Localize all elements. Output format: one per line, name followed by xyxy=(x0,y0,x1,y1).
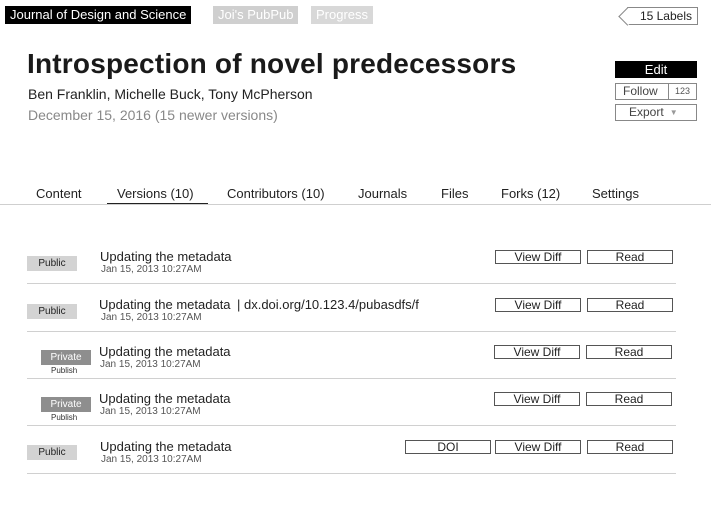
version-message: Updating the metadata xyxy=(99,297,231,312)
version-message: Updating the metadata xyxy=(100,249,232,264)
follow-button[interactable]: Follow 123 xyxy=(615,83,697,100)
row-divider xyxy=(27,283,676,284)
version-message: Updating the metadata xyxy=(99,344,231,359)
doi-button[interactable]: DOI xyxy=(405,440,491,454)
version-message: Updating the metadata xyxy=(99,391,231,406)
collection-tag[interactable]: Joi's PubPub xyxy=(213,6,299,24)
read-button[interactable]: Read xyxy=(587,440,673,454)
read-button[interactable]: Read xyxy=(586,345,672,359)
row-divider xyxy=(27,473,676,474)
version-timestamp: Jan 15, 2013 10:27AM xyxy=(100,359,201,370)
read-button[interactable]: Read xyxy=(587,250,673,264)
visibility-badge: Public xyxy=(27,256,77,271)
publish-link[interactable]: Publish xyxy=(51,366,77,375)
version-row: Public Updating the metadata | dx.doi.or… xyxy=(27,296,676,332)
row-divider xyxy=(27,378,676,379)
version-row: Public Updating the metadata Jan 15, 201… xyxy=(27,248,676,284)
version-timestamp: Jan 15, 2013 10:27AM xyxy=(101,454,202,465)
chevron-down-icon: ▼ xyxy=(669,108,678,117)
tab-files[interactable]: Files xyxy=(441,186,468,201)
follow-count: 123 xyxy=(668,83,696,100)
read-button[interactable]: Read xyxy=(586,392,672,406)
progress-tag[interactable]: Progress xyxy=(311,6,374,24)
view-diff-button[interactable]: View Diff xyxy=(495,250,581,264)
tabs-divider xyxy=(0,204,711,205)
version-timestamp: Jan 15, 2013 10:27AM xyxy=(101,264,202,275)
journal-tag[interactable]: Journal of Design and Science xyxy=(5,6,192,24)
read-button[interactable]: Read xyxy=(587,298,673,312)
labels-button[interactable]: 15 Labels xyxy=(627,7,698,25)
version-timestamp: Jan 15, 2013 10:27AM xyxy=(100,406,201,417)
view-diff-button[interactable]: View Diff xyxy=(495,440,581,454)
view-diff-button[interactable]: View Diff xyxy=(494,392,580,406)
visibility-badge: Private xyxy=(41,397,91,412)
doi-link[interactable]: | dx.doi.org/10.123.4/pubasdfs/f xyxy=(237,297,419,312)
version-timestamp: Jan 15, 2013 10:27AM xyxy=(101,312,202,323)
tab-versions[interactable]: Versions (10) xyxy=(107,186,208,205)
view-diff-button[interactable]: View Diff xyxy=(494,345,580,359)
page-title: Introspection of novel predecessors xyxy=(27,48,517,79)
version-row: Public Updating the metadata Jan 15, 201… xyxy=(27,438,676,474)
version-row: Private Publish Updating the metadata Ja… xyxy=(27,343,676,379)
author-list: Ben Franklin, Michelle Buck, Tony McPher… xyxy=(28,86,313,102)
export-label: Export xyxy=(629,105,664,119)
publish-date: December 15, 2016 (15 newer versions) xyxy=(28,107,278,123)
row-divider xyxy=(27,425,676,426)
tab-forks[interactable]: Forks (12) xyxy=(501,186,560,201)
visibility-badge: Public xyxy=(27,445,77,460)
follow-label: Follow xyxy=(623,84,658,98)
version-row: Private Publish Updating the metadata Ja… xyxy=(27,390,676,426)
row-divider xyxy=(27,331,676,332)
tab-contributors[interactable]: Contributors (10) xyxy=(227,186,325,201)
tab-settings[interactable]: Settings xyxy=(592,186,639,201)
tab-content[interactable]: Content xyxy=(36,186,82,201)
visibility-badge: Private xyxy=(41,350,91,365)
visibility-badge: Public xyxy=(27,304,77,319)
export-button[interactable]: Export ▼ xyxy=(615,104,697,121)
version-message: Updating the metadata xyxy=(100,439,232,454)
tab-journals[interactable]: Journals xyxy=(358,186,407,201)
edit-button[interactable]: Edit xyxy=(615,61,697,78)
view-diff-button[interactable]: View Diff xyxy=(495,298,581,312)
labels-button-label: 15 Labels xyxy=(639,9,692,23)
publish-link[interactable]: Publish xyxy=(51,413,77,422)
